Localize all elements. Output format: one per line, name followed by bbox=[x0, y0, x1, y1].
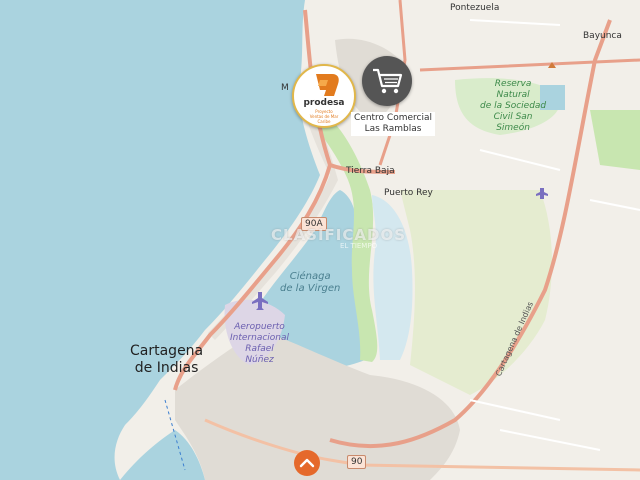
place-pontezuela: Pontezuela bbox=[450, 3, 500, 13]
watermark-sub: EL TIEMPO bbox=[340, 242, 378, 250]
city-cartagena: Cartagena de Indias bbox=[130, 343, 204, 376]
airport-label: Aeropuerto Internacional Rafael Núñez bbox=[230, 322, 290, 365]
scroll-up-button[interactable] bbox=[294, 450, 320, 476]
place-puerto-rey: Puerto Rey bbox=[384, 188, 433, 198]
watermark: CLASIFICADOS bbox=[271, 226, 407, 244]
place-marker-m: M bbox=[281, 83, 289, 93]
place-bayunca: Bayunca bbox=[583, 31, 622, 41]
prodesa-marker[interactable]: prodesa Proyecto Ventas de Mar Caribe bbox=[292, 64, 356, 128]
shopping-cart-icon bbox=[373, 68, 403, 94]
prodesa-name: prodesa bbox=[303, 98, 345, 108]
road-shield-90: 90 bbox=[347, 455, 367, 469]
shop-marker[interactable] bbox=[362, 56, 412, 106]
chevron-up-icon bbox=[299, 458, 315, 468]
water-label-cienaga: Ciénaga de la Virgen bbox=[280, 271, 341, 294]
place-tierra-baja: Tierra Baja bbox=[346, 166, 395, 176]
prodesa-sub: Proyecto Ventas de Mar Caribe bbox=[309, 109, 339, 124]
map-view[interactable]: Pontezuela Bayunca Tierra Baja Puerto Re… bbox=[0, 0, 640, 480]
park-label-reserva: Reserva Natural de la Sociedad Civil San… bbox=[480, 79, 547, 133]
shop-marker-label: Centro Comercial Las Ramblas bbox=[351, 112, 435, 136]
